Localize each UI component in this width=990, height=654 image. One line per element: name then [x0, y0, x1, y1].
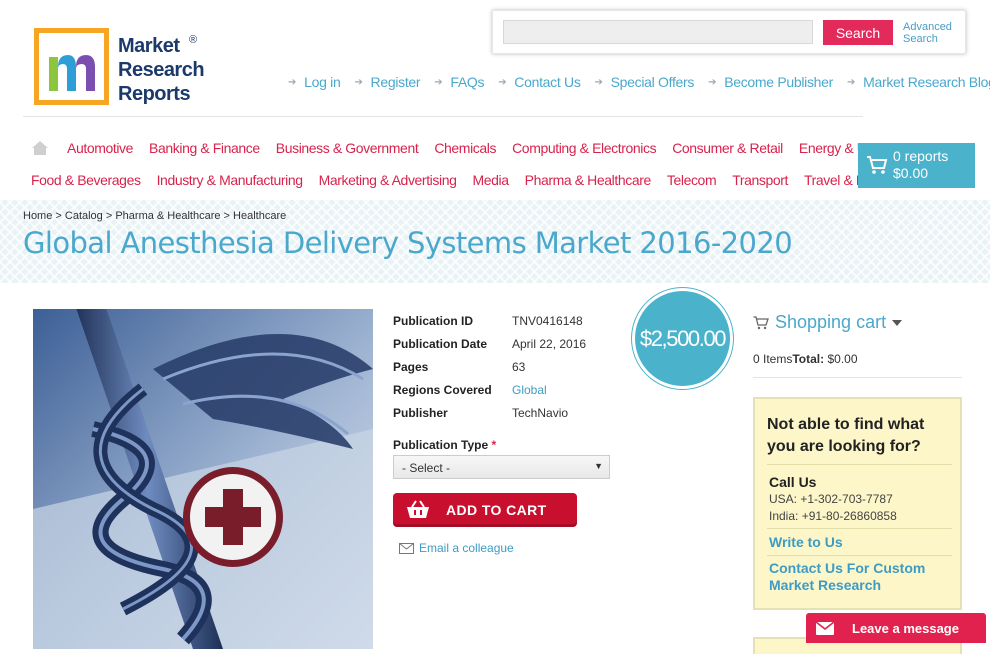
email-colleague-link[interactable]: Email a colleague [399, 541, 514, 555]
category-nav-row-2: Food & Beverages Industry & Manufacturin… [31, 172, 899, 192]
page-title: Global Anesthesia Delivery Systems Marke… [23, 226, 793, 260]
category-industry-manufacturing[interactable]: Industry & Manufacturing [157, 172, 303, 192]
regions-link[interactable]: Global [512, 383, 547, 397]
category-nav-row-1: Automotive Banking & Finance Business & … [31, 140, 899, 160]
arrow-icon: ➔ [847, 76, 856, 88]
category-automotive[interactable]: Automotive [67, 140, 133, 160]
top-link-faqs[interactable]: ➔ FAQs [434, 73, 484, 91]
envelope-icon [399, 542, 414, 554]
detail-row-regions: Regions Covered Global [393, 382, 547, 397]
top-link-special-offers[interactable]: ➔ Special Offers [595, 73, 695, 91]
category-transport[interactable]: Transport [732, 172, 788, 192]
top-link-login[interactable]: ➔ Log in [288, 73, 341, 91]
top-link-register[interactable]: ➔ Register [354, 73, 420, 91]
category-computing-electronics[interactable]: Computing & Electronics [512, 140, 656, 160]
publication-details: Publication ID TNV0416148 Publication Da… [393, 309, 623, 424]
arrow-icon: ➔ [594, 76, 603, 88]
top-link-become-publisher[interactable]: ➔ Become Publisher [708, 73, 833, 91]
chevron-down-icon: ▼ [594, 461, 603, 471]
price-value: $2,500.00 [639, 325, 727, 351]
logo-m-icon [49, 55, 95, 91]
breadcrumb[interactable]: Home > Catalog > Pharma & Healthcare > H… [23, 210, 286, 222]
mail-icon [815, 621, 835, 638]
arrow-icon: ➔ [434, 76, 443, 88]
category-chemicals[interactable]: Chemicals [434, 140, 496, 160]
category-consumer-retail[interactable]: Consumer & Retail [672, 140, 783, 160]
logo-wordmark: Market Research Reports ® [118, 34, 205, 105]
search-button[interactable]: Search [823, 20, 893, 45]
add-to-cart-button[interactable]: ADD TO CART [393, 493, 577, 527]
caduceus-image [33, 309, 373, 649]
leave-message-button[interactable]: Leave a message [806, 613, 986, 643]
top-link-contact[interactable]: ➔ Contact Us [498, 73, 581, 91]
phone-india: India: +91-80-26860858 [769, 509, 897, 523]
detail-row-date: Publication Date April 22, 2016 [393, 336, 587, 351]
write-to-us-link[interactable]: Write to Us [769, 534, 843, 550]
chevron-down-icon [892, 319, 903, 326]
detail-row-id: Publication ID TNV0416148 [393, 313, 583, 328]
phone-usa: USA: +1-302-703-7787 [769, 492, 893, 506]
custom-research-link[interactable]: Contact Us For Custom Market Research [769, 560, 954, 594]
product-image [33, 309, 373, 649]
cart-count: 0 reports [893, 148, 949, 164]
cart-icon [866, 155, 888, 179]
sidebar-divider [753, 377, 962, 378]
help-question: Not able to find what you are looking fo… [767, 416, 925, 455]
shopping-cart-heading[interactable]: Shopping cart [753, 312, 903, 333]
cart-icon [753, 315, 769, 329]
basket-icon [405, 500, 431, 523]
top-links-nav: ➔ Log in ➔ Register ➔ FAQs ➔ Contact Us ➔ Spe… [288, 73, 990, 91]
search-panel: Search Advanced Search [492, 10, 966, 54]
title-band: Home > Catalog > Pharma & Healthcare > H… [0, 200, 990, 283]
header-cart-button[interactable]: 0 reports $0.00 [858, 143, 975, 188]
logo-mark [34, 28, 109, 105]
cart-total: $0.00 [893, 165, 929, 181]
arrow-icon: ➔ [498, 76, 507, 88]
arrow-icon: ➔ [354, 76, 363, 88]
search-input[interactable] [503, 20, 813, 44]
detail-row-publisher: Publisher TechNavio [393, 405, 569, 420]
category-food-beverages[interactable]: Food & Beverages [31, 172, 141, 192]
publication-type-select[interactable]: - Select - ▼ [393, 455, 610, 479]
publication-type-label: Publication Type * [393, 438, 497, 452]
category-media[interactable]: Media [472, 172, 509, 192]
category-marketing-advertising[interactable]: Marketing & Advertising [319, 172, 457, 192]
price-badge: $2,500.00 [632, 288, 733, 389]
header-divider [23, 116, 863, 117]
category-pharma-healthcare[interactable]: Pharma & Healthcare [525, 172, 652, 192]
arrow-icon: ➔ [708, 76, 717, 88]
cart-summary: 0 ItemsTotal: $0.00 [753, 352, 858, 366]
category-telecom[interactable]: Telecom [667, 172, 717, 192]
top-link-blog[interactable]: ➔ Market Research Blog [847, 73, 990, 91]
help-divider [767, 528, 952, 529]
advanced-search-link[interactable]: Advanced Search [903, 21, 963, 45]
arrow-icon: ➔ [288, 76, 297, 88]
detail-row-pages: Pages 63 [393, 359, 526, 374]
help-divider [767, 464, 952, 465]
help-box: Not able to find what you are looking fo… [753, 397, 962, 610]
site-logo[interactable]: Market Research Reports ® [34, 28, 214, 108]
category-banking-finance[interactable]: Banking & Finance [149, 140, 260, 160]
help-divider [767, 555, 952, 556]
call-us-title: Call Us [769, 474, 817, 490]
category-business-government[interactable]: Business & Government [276, 140, 419, 160]
home-icon[interactable] [31, 140, 49, 156]
